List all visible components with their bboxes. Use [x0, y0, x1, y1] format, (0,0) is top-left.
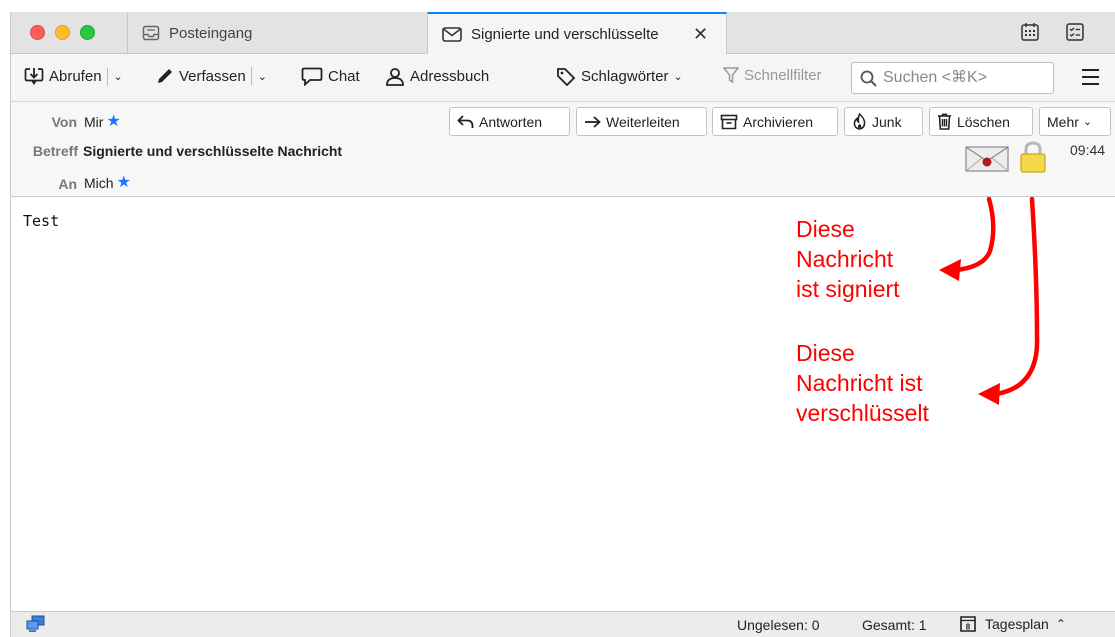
more-button[interactable]: Mehr ⌄	[1039, 107, 1111, 136]
mail-window: Posteingang Signierte und verschlüsselte…	[10, 12, 1115, 637]
annotation-arrows	[939, 197, 1040, 405]
contacts-icon	[386, 68, 404, 86]
envelope-icon	[442, 27, 462, 42]
separator	[250, 67, 252, 85]
from-field[interactable]: Mir ★	[84, 114, 121, 131]
pencil-icon	[158, 69, 172, 83]
lock-icon[interactable]	[1019, 140, 1047, 177]
star-icon[interactable]: ★	[117, 175, 131, 191]
status-bar: Ungelesen: 0 Gesamt: 1 8 Tagesplan ⌃	[11, 611, 1115, 637]
chevron-up-icon: ⌃	[1055, 617, 1066, 631]
more-label: Mehr	[1047, 113, 1079, 130]
forward-label: Weiterleiten	[606, 113, 680, 130]
archive-label: Archivieren	[743, 113, 814, 130]
subject-value: Signierte und verschlüsselte Nachricht	[83, 143, 343, 159]
menu-icon[interactable]	[1082, 69, 1099, 90]
write-label: Verfassen	[179, 67, 246, 85]
flame-icon	[853, 113, 866, 130]
from-value: Mir	[84, 114, 104, 130]
message-header: Von Mir ★ Betreff Signierte und verschlü…	[11, 102, 1115, 197]
chevron-down-icon: ⌄	[673, 71, 683, 83]
tab-message[interactable]: Signierte und verschlüsselte ✕	[427, 12, 727, 55]
subject-label: Betreff	[32, 143, 78, 159]
window-close-button[interactable]	[30, 25, 45, 40]
download-icon	[24, 68, 44, 85]
tags-button[interactable]: Schlagwörter ⌄	[556, 67, 683, 86]
search-icon	[860, 70, 877, 87]
main-toolbar: Abrufen ⌄ Verfassen ⌄ Chat Adressbuch Sc…	[11, 54, 1115, 102]
write-button[interactable]: Verfassen ⌄	[156, 67, 267, 85]
delete-button[interactable]: Löschen	[929, 107, 1033, 136]
chevron-down-icon[interactable]: ⌄	[114, 70, 123, 83]
message-time: 09:44	[1070, 142, 1106, 158]
star-icon[interactable]: ★	[106, 114, 120, 130]
chat-label: Chat	[328, 68, 360, 85]
delete-label: Löschen	[957, 113, 1010, 130]
chat-icon	[301, 67, 323, 86]
close-icon[interactable]: ✕	[693, 24, 708, 45]
signed-envelope-icon[interactable]	[965, 146, 1009, 175]
chevron-down-icon[interactable]: ⌄	[258, 70, 267, 83]
tasks-icon[interactable]	[1065, 22, 1085, 45]
tab-message-label: Signierte und verschlüsselte	[471, 26, 659, 43]
get-mail-label: Abrufen	[49, 68, 102, 85]
forward-button[interactable]: Weiterleiten	[576, 107, 707, 136]
tags-label: Schlagwörter	[581, 68, 669, 85]
junk-button[interactable]: Junk	[844, 107, 923, 136]
separator	[106, 67, 108, 86]
agenda-toggle[interactable]: 8 Tagesplan ⌃	[958, 614, 1066, 634]
address-book-button[interactable]: Adressbuch	[385, 67, 489, 86]
quick-filter-button[interactable]: Schnellfilter	[723, 67, 822, 84]
tab-inbox[interactable]: Posteingang	[127, 12, 427, 54]
message-body: Test Diese Nachricht ist signiert Diese …	[11, 197, 1115, 611]
window-maximize-button[interactable]	[80, 25, 95, 40]
chevron-down-icon: ⌄	[1082, 116, 1093, 128]
tab-bar: Posteingang Signierte und verschlüsselte…	[11, 12, 1115, 55]
reply-button[interactable]: Antworten	[449, 107, 570, 136]
search-field[interactable]	[851, 62, 1054, 94]
get-mail-button[interactable]: Abrufen ⌄	[24, 67, 123, 86]
agenda-label: Tagesplan	[985, 616, 1049, 632]
quick-filter-label: Schnellfilter	[744, 67, 822, 84]
unread-count: Ungelesen: 0	[737, 617, 820, 633]
forward-icon	[585, 115, 601, 128]
calendar-icon[interactable]	[1020, 22, 1040, 45]
archive-button[interactable]: Archivieren	[712, 107, 838, 136]
to-label: An	[58, 176, 77, 192]
window-minimize-button[interactable]	[55, 25, 70, 40]
trash-icon	[938, 113, 951, 130]
online-status-icon[interactable]	[26, 615, 46, 633]
reply-icon	[457, 114, 474, 128]
total-count: Gesamt: 1	[862, 617, 927, 633]
address-book-label: Adressbuch	[410, 68, 490, 85]
tag-icon	[557, 68, 576, 86]
filter-icon	[723, 67, 739, 84]
to-field[interactable]: Mich ★	[84, 175, 131, 192]
archive-icon	[720, 114, 738, 129]
svg-text:8: 8	[966, 623, 971, 632]
from-label: Von	[51, 114, 77, 130]
tab-inbox-label: Posteingang	[169, 24, 253, 42]
search-input[interactable]	[883, 69, 1043, 87]
chat-button[interactable]: Chat	[301, 67, 360, 86]
calendar-icon: 8	[960, 616, 976, 632]
to-value: Mich	[84, 175, 114, 191]
reply-label: Antworten	[479, 113, 543, 130]
junk-label: Junk	[872, 113, 902, 130]
inbox-icon	[142, 25, 160, 41]
